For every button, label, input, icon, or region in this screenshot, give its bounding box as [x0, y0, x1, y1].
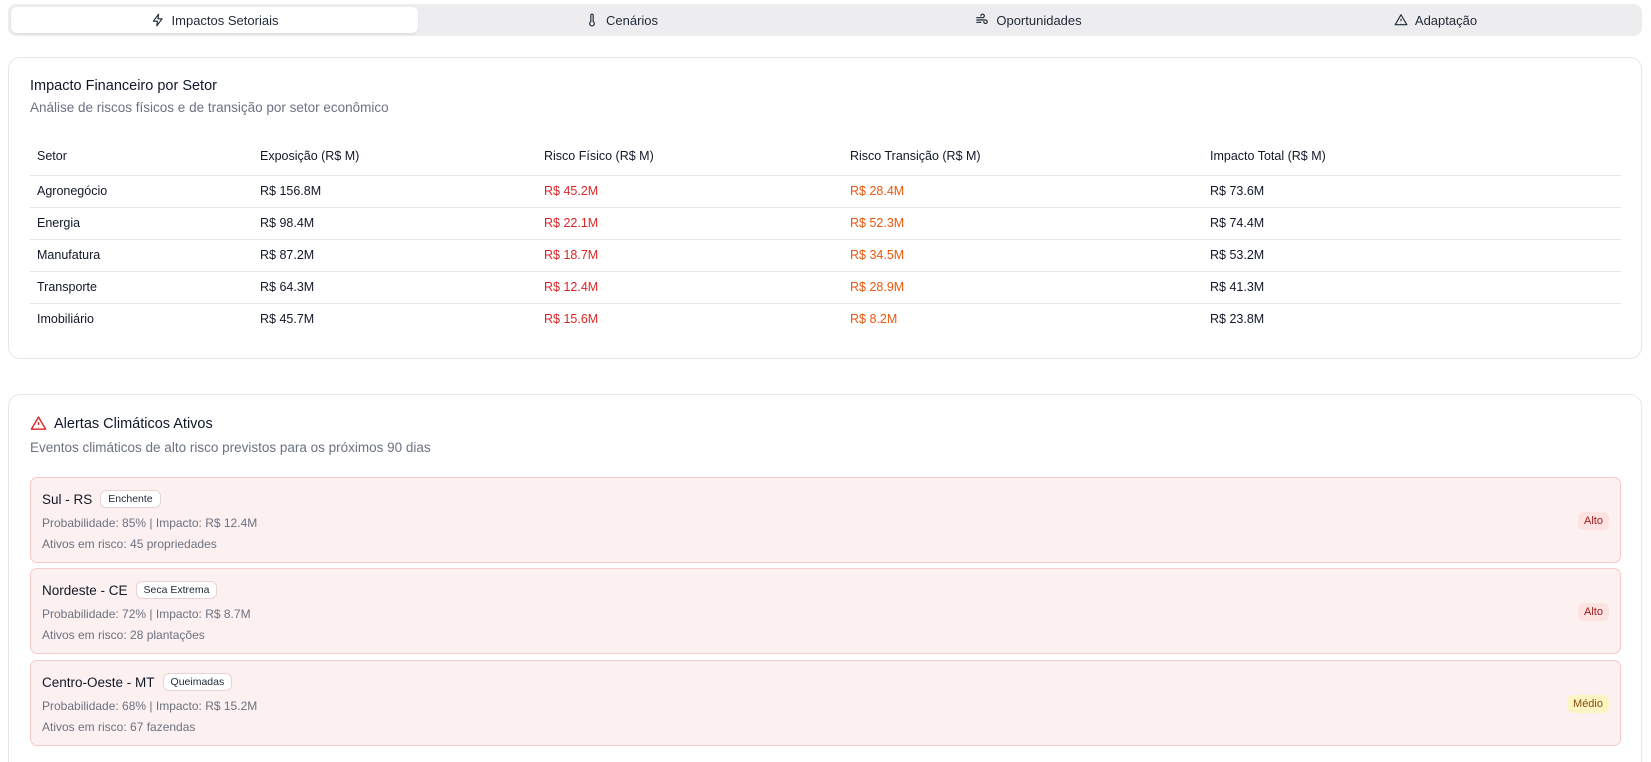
exposure-cell: R$ 45.7M	[260, 312, 315, 327]
table-row: Agronegócio R$ 156.8M R$ 45.2M R$ 28.4M …	[30, 175, 1621, 208]
alert-item[interactable]: Sul - RS Enchente Probabilidade: 85% | I…	[30, 477, 1621, 563]
tab-cenarios[interactable]: Cenários	[418, 7, 825, 33]
alert-region: Nordeste - CE	[42, 582, 128, 598]
total-impact-cell: R$ 73.6M	[1203, 175, 1621, 208]
card-title-text: Alertas Climáticos Ativos	[54, 415, 213, 432]
total-impact-cell: R$ 74.4M	[1203, 207, 1621, 240]
alert-triangle-icon	[30, 416, 47, 430]
exposure-cell: R$ 98.4M	[253, 207, 537, 240]
sector-cell: Agronegócio	[30, 175, 253, 208]
alert-assets: Ativos em risco: 45 propriedades	[42, 537, 217, 551]
alert-probability: Probabilidade: 85% | Impacto: R$ 12.4M	[42, 516, 258, 530]
transition-risk-cell: R$ 52.3M	[843, 207, 1203, 240]
tab-label: Cenários	[605, 12, 659, 28]
tab-impactos-setoriais[interactable]: Impactos Setoriais	[11, 7, 418, 33]
tab-label: Impactos Setoriais	[171, 12, 279, 28]
tab-oportunidades[interactable]: Oportunidades	[825, 7, 1232, 33]
card-subtitle: Análise de riscos físicos e de transição…	[30, 100, 389, 115]
tab-label: Adaptação	[1414, 12, 1478, 28]
alert-probability: Probabilidade: 68% | Impacto: R$ 15.2M	[42, 699, 258, 713]
physical-risk-cell: R$ 15.6M	[544, 312, 599, 327]
table-row: Manufatura R$ 87.2M R$ 18.7M R$ 34.5M R$…	[30, 239, 1621, 272]
physical-risk-cell: R$ 18.7M	[537, 239, 843, 272]
exposure-cell: R$ 64.3M	[253, 271, 537, 304]
physical-risk-cell: R$ 45.2M	[537, 175, 843, 208]
sector-impact-table: Setor Exposição (R$ M) Risco Físico (R$ …	[30, 138, 1621, 335]
alert-header: Centro-Oeste - MT Queimadas	[42, 673, 233, 691]
lightning-icon	[152, 13, 163, 27]
exposure-cell: R$ 156.8M	[253, 175, 537, 208]
severity-badge: Alto	[1578, 603, 1609, 621]
severity-badge: Alto	[1578, 512, 1609, 530]
alert-item[interactable]: Centro-Oeste - MT Queimadas Probabilidad…	[30, 660, 1621, 746]
event-badge: Enchente	[100, 490, 161, 508]
wind-icon	[976, 13, 989, 25]
physical-risk-cell: R$ 22.1M	[537, 207, 843, 240]
transition-risk-cell: R$ 28.9M	[843, 271, 1203, 304]
card-subtitle: Eventos climáticos de alto risco previst…	[30, 440, 431, 455]
transition-risk-cell: R$ 8.2M	[850, 312, 898, 327]
tab-bar: Impactos Setoriais Cenários Oportunidade…	[8, 4, 1642, 36]
sector-cell: Energia	[30, 207, 253, 240]
exposure-cell: R$ 87.2M	[253, 239, 537, 272]
sector-cell: Transporte	[30, 271, 253, 304]
transition-risk-cell: R$ 34.5M	[843, 239, 1203, 272]
alert-assets: Ativos em risco: 67 fazendas	[42, 720, 196, 734]
column-header: Risco Transição (R$ M)	[843, 138, 1203, 176]
physical-risk-cell: R$ 12.4M	[537, 271, 843, 304]
table-row: Imobiliário R$ 45.7M R$ 15.6M R$ 8.2M R$…	[30, 303, 1621, 335]
transition-risk-cell: R$ 28.4M	[843, 175, 1203, 208]
total-impact-cell: R$ 53.2M	[1203, 239, 1621, 272]
thermometer-icon	[589, 13, 595, 27]
column-header: Exposição (R$ M)	[253, 138, 537, 176]
tab-label: Oportunidades	[996, 12, 1082, 28]
sector-cell: Imobiliário	[37, 312, 94, 327]
alert-header: Sul - RS Enchente	[42, 490, 161, 508]
column-header: Setor	[30, 138, 253, 176]
alert-header: Nordeste - CE Seca Extrema	[42, 581, 218, 599]
sector-cell: Manufatura	[30, 239, 253, 272]
climate-alerts-card: Alertas Climáticos Ativos Eventos climát…	[8, 394, 1642, 762]
card-title: Alertas Climáticos Ativos	[30, 415, 213, 432]
alert-item[interactable]: Nordeste - CE Seca Extrema Probabilidade…	[30, 568, 1621, 654]
financial-impact-card: Impacto Financeiro por Setor Análise de …	[8, 57, 1642, 359]
alert-region: Sul - RS	[42, 491, 93, 507]
alert-assets: Ativos em risco: 28 plantações	[42, 628, 205, 642]
table-row: Energia R$ 98.4M R$ 22.1M R$ 52.3M R$ 74…	[30, 207, 1621, 240]
total-impact-cell: R$ 23.8M	[1210, 312, 1265, 327]
column-header: Risco Físico (R$ M)	[537, 138, 843, 176]
card-title: Impacto Financeiro por Setor	[30, 78, 217, 94]
table-header-row: Setor Exposição (R$ M) Risco Físico (R$ …	[30, 138, 1621, 176]
severity-badge: Médio	[1567, 695, 1609, 713]
event-badge: Queimadas	[162, 673, 233, 691]
total-impact-cell: R$ 41.3M	[1203, 271, 1621, 304]
tab-adaptacao[interactable]: Adaptação	[1232, 7, 1639, 33]
alert-probability: Probabilidade: 72% | Impacto: R$ 8.7M	[42, 607, 251, 621]
table-row: Transporte R$ 64.3M R$ 12.4M R$ 28.9M R$…	[30, 271, 1621, 304]
event-badge: Seca Extrema	[135, 581, 218, 599]
warning-triangle-icon	[1394, 14, 1408, 26]
alert-region: Centro-Oeste - MT	[42, 674, 155, 690]
column-header: Impacto Total (R$ M)	[1203, 138, 1621, 176]
